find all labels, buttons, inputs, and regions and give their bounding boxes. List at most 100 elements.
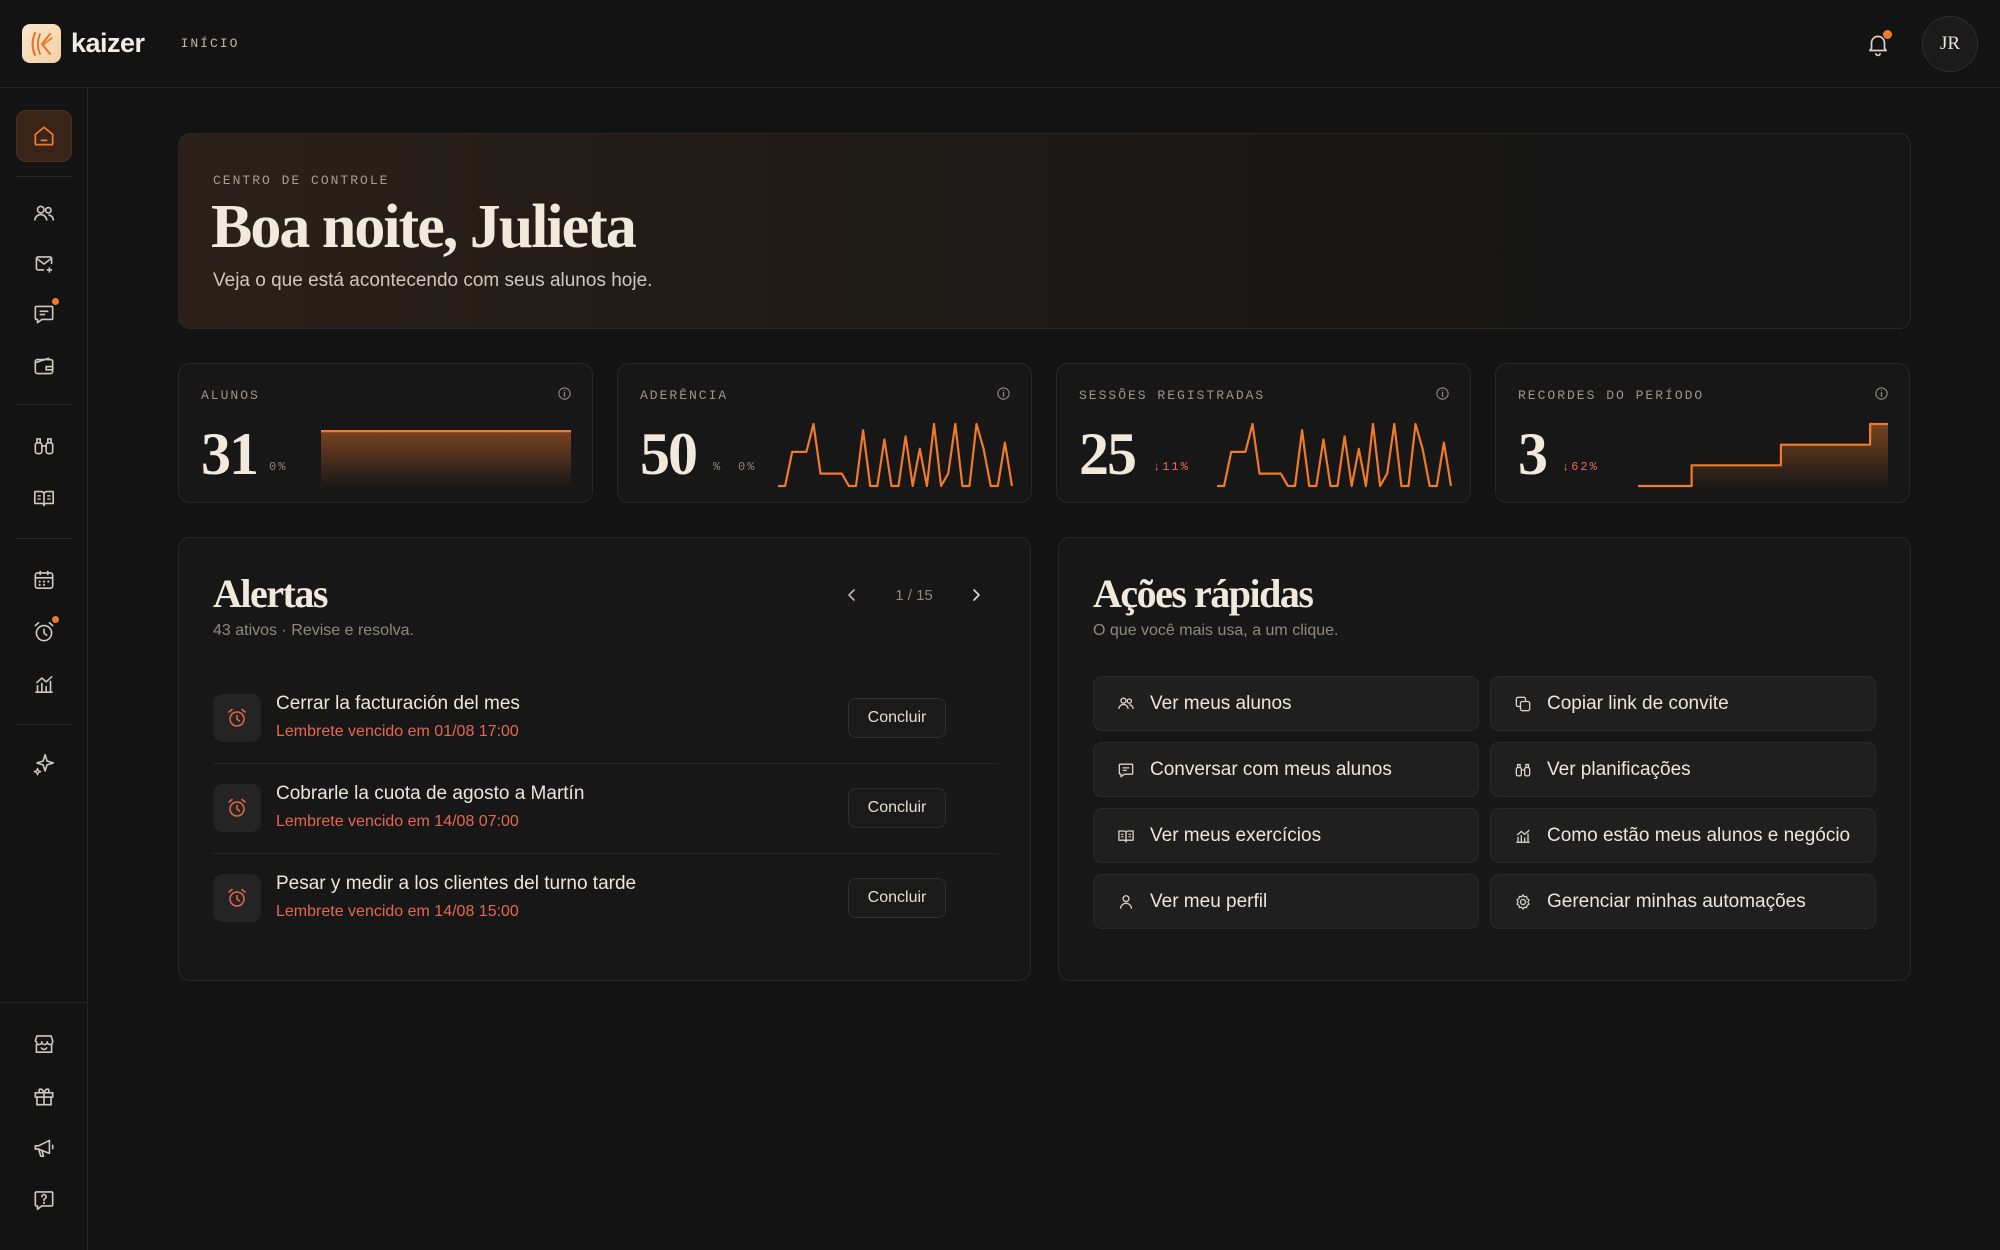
page-title: Boa noite, Julieta <box>211 193 637 261</box>
top-bar: kaizer INÍCIO JR <box>0 0 2000 88</box>
complete-button[interactable]: Concluir <box>848 788 946 828</box>
sidebar-item-ai[interactable] <box>16 738 72 790</box>
quick-action-copy-invite[interactable]: Copiar link de convite <box>1490 676 1876 731</box>
mail-plus-icon <box>35 256 53 273</box>
book-icon <box>33 490 55 507</box>
sparkline-line <box>1217 422 1453 488</box>
book-icon <box>1118 829 1134 842</box>
metric-card-records[interactable]: RECORDES DO PERÍODO 3 ↓62% <box>1495 363 1910 503</box>
metric-sparkline <box>321 430 571 488</box>
metric-value: 31 <box>201 421 259 487</box>
alert-due: Lembrete vencido em 01/08 17:00 <box>276 723 519 740</box>
alert-due: Lembrete vencido em 14/08 07:00 <box>276 813 519 830</box>
info-icon[interactable] <box>996 386 1011 401</box>
alarm-clock-icon <box>213 874 261 922</box>
quick-actions-subtitle: O que você mais usa, a um clique. <box>1093 622 1339 639</box>
sidebar-item-calendar[interactable] <box>16 554 72 606</box>
avatar[interactable]: JR <box>1922 16 1978 72</box>
sidebar-item-wallet[interactable] <box>16 340 72 392</box>
quick-action-analytics[interactable]: Como estão meus alunos e negócio <box>1490 808 1876 863</box>
metric-change: ↓62% <box>1562 460 1599 474</box>
quick-action-label: Ver meus exercícios <box>1150 824 1322 846</box>
sidebar-item-rewards[interactable] <box>16 1070 72 1122</box>
banner-eyebrow: CENTRO DE CONTROLE <box>213 173 390 188</box>
sidebar <box>0 88 88 1250</box>
prev-page-button[interactable] <box>839 582 865 608</box>
metric-label: ALUNOS <box>201 388 260 403</box>
help-icon <box>34 1191 54 1211</box>
alert-title: Cerrar la facturación del mes <box>276 693 520 714</box>
info-icon[interactable] <box>1874 386 1889 401</box>
notifications-button[interactable] <box>1862 28 1894 60</box>
calendar-icon <box>34 570 54 589</box>
info-icon[interactable] <box>1435 386 1450 401</box>
metric-card-sessions[interactable]: SESSÕES REGISTRADAS 25 ↓11% <box>1056 363 1471 503</box>
sidebar-item-invites[interactable] <box>16 238 72 290</box>
reminder-dot <box>52 616 59 623</box>
quick-actions-panel: Ações rápidas O que você mais usa, a um … <box>1058 537 1911 981</box>
complete-button[interactable]: Concluir <box>848 878 946 918</box>
megaphone-icon <box>34 1139 54 1157</box>
list-item[interactable]: Pesar y medir a los clientes del turno t… <box>213 854 998 944</box>
sidebar-item-reminders[interactable] <box>16 606 72 658</box>
alarm-clock-icon <box>213 694 261 742</box>
alerts-subtitle: 43 ativos · Revise e resolva. <box>213 622 414 639</box>
metric-change: 0% <box>269 460 288 474</box>
next-page-button[interactable] <box>963 582 989 608</box>
quick-action-plans[interactable]: Ver planificações <box>1490 742 1876 797</box>
metric-sparkline <box>1217 422 1453 488</box>
wallet-icon <box>34 357 54 375</box>
users-icon <box>33 205 55 221</box>
metric-card-students[interactable]: ALUNOS 31 0% <box>178 363 593 503</box>
analytics-icon <box>1516 829 1530 843</box>
automation-icon <box>1516 893 1530 910</box>
sidebar-item-analytics[interactable] <box>16 658 72 710</box>
sidebar-item-help[interactable] <box>16 1174 72 1226</box>
logo[interactable]: kaizer <box>22 24 145 63</box>
metric-value: 25 <box>1079 421 1137 487</box>
alerts-title: Alertas <box>213 571 328 616</box>
chevron-right-icon <box>973 589 980 601</box>
welcome-banner: CENTRO DE CONTROLE Boa noite, Julieta Ve… <box>178 133 1911 329</box>
alerts-panel: Alertas 43 ativos · Revise e resolva. 1 … <box>178 537 1031 981</box>
metric-change: 0% <box>738 460 757 474</box>
quick-action-label: Ver planificações <box>1547 758 1691 780</box>
list-item[interactable]: Cobrarle la cuota de agosto a Martín Lem… <box>213 764 998 854</box>
page-indicator: 1 / 15 <box>895 586 933 604</box>
metric-label: SESSÕES REGISTRADAS <box>1079 388 1266 403</box>
list-item[interactable]: Cerrar la facturación del mes Lembrete v… <box>213 674 998 764</box>
breadcrumb[interactable]: INÍCIO <box>181 36 240 51</box>
home-icon <box>34 126 54 146</box>
alarm-clock-icon <box>213 784 261 832</box>
sidebar-item-students[interactable] <box>16 188 72 240</box>
metric-change: ↓11% <box>1153 460 1190 474</box>
quick-action-exercises[interactable]: Ver meus exercícios <box>1093 808 1479 863</box>
sparkline-line <box>778 422 1014 488</box>
notification-dot <box>1883 30 1892 39</box>
info-icon[interactable] <box>557 386 572 401</box>
metric-card-adherence[interactable]: ADERÊNCIA 50 % 0% <box>617 363 1032 503</box>
sidebar-item-messages[interactable] <box>16 288 72 340</box>
complete-button[interactable]: Concluir <box>848 698 946 738</box>
quick-action-chat[interactable]: Conversar com meus alunos <box>1093 742 1479 797</box>
metric-value: 50 <box>640 421 698 487</box>
sidebar-item-store[interactable] <box>16 1018 72 1070</box>
quick-action-automations[interactable]: Gerenciar minhas automações <box>1490 874 1876 929</box>
sparkle-icon <box>33 753 55 776</box>
quick-action-students[interactable]: Ver meus alunos <box>1093 676 1479 731</box>
quick-action-label: Gerenciar minhas automações <box>1547 890 1806 912</box>
binoculars-icon <box>1515 763 1531 776</box>
sidebar-item-exercises[interactable] <box>16 472 72 524</box>
quick-action-profile[interactable]: Ver meu perfil <box>1093 874 1479 929</box>
copy-icon <box>1515 696 1531 711</box>
quick-action-label: Como estão meus alunos e negócio <box>1547 824 1851 846</box>
sidebar-item-home[interactable] <box>16 110 72 162</box>
metric-label: ADERÊNCIA <box>640 388 729 403</box>
chat-icon <box>34 305 54 324</box>
sidebar-item-plans[interactable] <box>16 420 72 472</box>
quick-action-label: Ver meus alunos <box>1150 692 1292 714</box>
sidebar-item-announcements[interactable] <box>16 1122 72 1174</box>
metric-sparkline <box>1638 422 1888 488</box>
person-icon <box>1119 894 1133 909</box>
chevron-left-icon <box>848 589 855 601</box>
